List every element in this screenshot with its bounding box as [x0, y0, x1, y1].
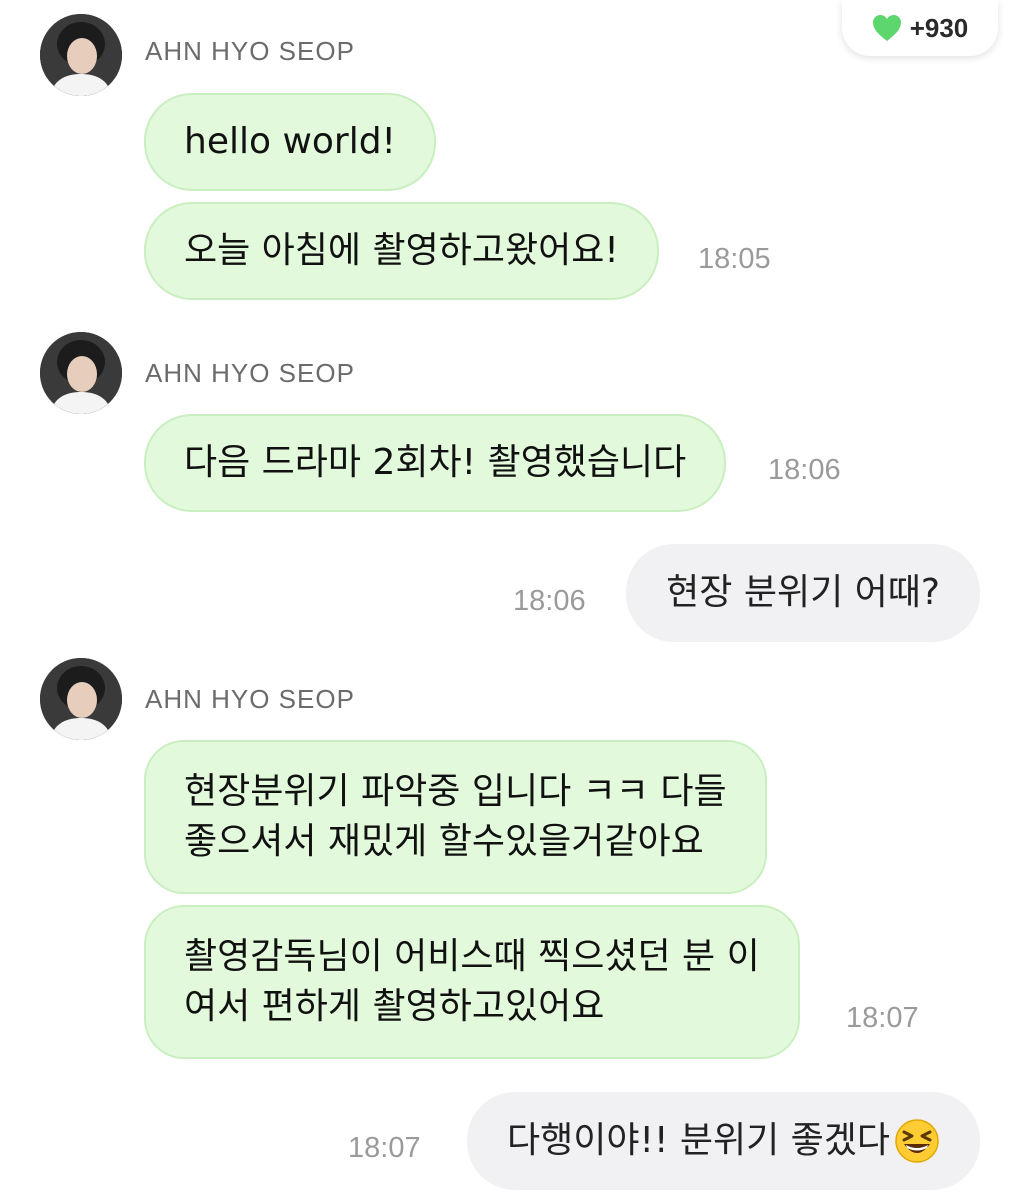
message-text: hello world!: [184, 121, 396, 162]
avatar[interactable]: [40, 658, 122, 740]
message-text-line: 여서 편하게 촬영하고있어요: [184, 986, 605, 1027]
message-bubble[interactable]: 오늘 아침에 촬영하고왔어요!: [144, 202, 659, 300]
avatar[interactable]: [40, 14, 122, 96]
sender-name: AHN HYO SEOP: [145, 684, 355, 714]
grinning-squinting-face-emoji: [895, 1119, 939, 1163]
avatar[interactable]: [40, 332, 122, 414]
outgoing-message-bubble[interactable]: 다행이야!! 분위기 좋겠다: [467, 1092, 980, 1190]
message-bubble[interactable]: 촬영감독님이 어비스때 찍으셨던 분 이 여서 편하게 촬영하고있어요: [144, 905, 800, 1059]
message-text: 다음 드라마 2회차! 촬영했습니다: [184, 442, 687, 483]
sender-name: AHN HYO SEOP: [145, 36, 355, 66]
message-text: 다행이야!! 분위기 좋겠다: [507, 1120, 890, 1161]
message-bubble[interactable]: 현장분위기 파악중 입니다 ㅋㅋ 다들 좋으셔서 재밌게 할수있을거같아요: [144, 740, 767, 894]
message-bubble[interactable]: 다음 드라마 2회차! 촬영했습니다: [144, 414, 727, 512]
message-text-line: 현장분위기 파악중 입니다 ㅋㅋ 다들: [184, 771, 727, 812]
heart-icon: [872, 15, 901, 41]
message-time: 18:06: [513, 585, 586, 617]
message-bubble[interactable]: hello world!: [144, 93, 436, 191]
likes-counter[interactable]: +930: [842, 0, 998, 56]
message-text-line: 촬영감독님이 어비스때 찍으셨던 분 이: [184, 936, 760, 977]
message-time: 18:07: [348, 1132, 421, 1164]
message-time: 18:05: [698, 243, 771, 275]
message-text: 오늘 아침에 촬영하고왔어요!: [184, 230, 619, 271]
outgoing-message-bubble[interactable]: 현장 분위기 어때?: [626, 544, 980, 642]
chat-screen: +930 AHN HYO SEOP hello world! 오늘 아침에 촬영…: [0, 0, 1024, 1200]
message-time: 18:07: [846, 1002, 919, 1034]
likes-count: +930: [909, 12, 969, 43]
message-text-line: 좋으셔서 재밌게 할수있을거같아요: [184, 821, 704, 862]
message-time: 18:06: [768, 454, 841, 486]
sender-name: AHN HYO SEOP: [145, 358, 355, 388]
message-text: 현장 분위기 어때?: [666, 572, 940, 613]
